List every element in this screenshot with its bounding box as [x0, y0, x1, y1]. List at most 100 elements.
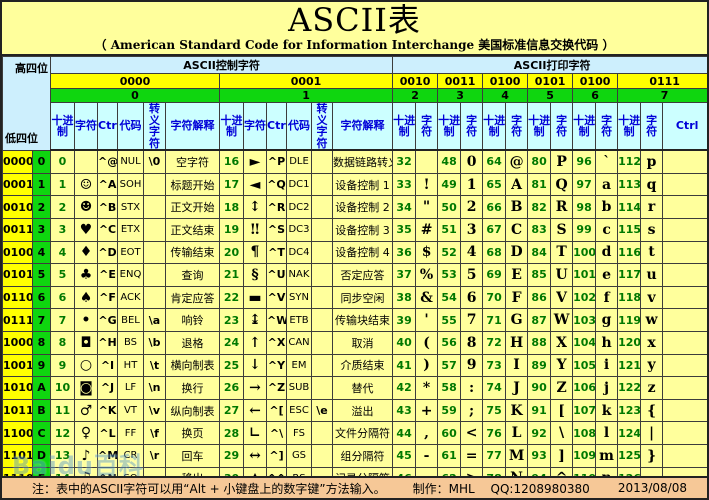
cell-escape: \b — [143, 330, 166, 355]
cell-decimal: 27 — [219, 398, 244, 423]
cell-decimal: 123 — [617, 398, 642, 423]
cell-decimal: 88 — [527, 330, 552, 355]
cell-hex: 1 — [32, 172, 51, 197]
cell-char: ♀ — [74, 421, 98, 445]
table-row: 0110 6 6 ♠ ^F ACK 肯定应答 22 ▬ ^V SYN 同步空闲 38 & 54 6 70 F 86 V… — [2, 285, 707, 310]
cell-decimal: 68 — [482, 240, 507, 265]
cell-char: b — [595, 195, 619, 219]
binary-header: 0111 — [617, 73, 707, 89]
cell-escape: \f — [143, 421, 166, 445]
cell-ctrl — [662, 217, 707, 242]
cell-decimal: 56 — [437, 330, 462, 355]
cell-explain: 组分隔符 — [331, 443, 394, 468]
cell-decimal: 45 — [392, 443, 417, 468]
footer-date: 2013/08/08 — [617, 481, 687, 495]
cell-decimal: 12 — [50, 421, 75, 445]
cell-decimal: 26 — [219, 376, 244, 400]
cell-decimal: 106 — [572, 376, 597, 400]
cell-char — [74, 149, 98, 174]
cell-ctrl: ^I — [97, 353, 118, 378]
cell-char: H — [505, 330, 529, 355]
cell-explain: 正文结束 — [165, 217, 220, 242]
cell-ctrl: ^V — [266, 285, 287, 310]
table-row: 1010 A 10 ◙ ^J LF \n 换行 26 → ^Z SUB 替代 42 * 58:74 J 90 Z 10… — [2, 376, 707, 400]
cell-binary: 0000 — [2, 149, 33, 174]
cell-explain: 响铃 — [165, 308, 220, 332]
cell-escape — [143, 263, 166, 287]
table-row: 1011 B 11 ♂ ^K VT \v 纵向制表 27 ← ^[ESC \e 溢出 43 +59; 75 K 9… — [2, 398, 707, 423]
cell-hex: D — [32, 443, 51, 468]
cell-explain: 同步空闲 — [331, 285, 394, 310]
cell-escape: \r — [143, 443, 166, 468]
cell-char: ◙ — [74, 376, 98, 400]
cell-char: E — [505, 263, 529, 287]
cell-char: 3 — [460, 217, 484, 242]
cell-char: 7 — [460, 308, 484, 332]
cell-decimal: 18 — [219, 195, 244, 219]
cell-decimal: 83 — [527, 217, 552, 242]
cell-escape: \a — [143, 308, 166, 332]
cell-decimal: 48 — [437, 149, 462, 174]
cell-ctrl: ^Q — [266, 172, 287, 197]
col-label-dec: 十进制 — [527, 102, 552, 152]
cell-explain: 设备控制 1 — [331, 172, 394, 197]
cell-hex: A — [32, 376, 51, 400]
cell-decimal: 67 — [482, 217, 507, 242]
cell-decimal: 50 — [437, 195, 462, 219]
cell-char: m — [595, 443, 619, 468]
cell-char: ) — [415, 353, 439, 378]
cell-decimal: 23 — [219, 308, 244, 332]
cell-escape — [311, 285, 333, 310]
cell-char: 8 — [460, 330, 484, 355]
cell-code: SUB — [286, 376, 312, 400]
binary-header: 0010 — [392, 73, 439, 89]
cell-ctrl: ^] — [266, 443, 287, 468]
cell-decimal: 41 — [392, 353, 417, 378]
cell-decimal: 54 — [437, 285, 462, 310]
cell-explain: 数据链路转义 — [331, 149, 394, 174]
cell-decimal: 36 — [392, 240, 417, 265]
corner-cell: 高四位 低四位 — [2, 56, 51, 151]
cell-code: CAN — [286, 330, 312, 355]
cell-decimal: 7 — [50, 308, 75, 332]
cell-decimal: 57 — [437, 353, 462, 378]
cell-code: EM — [286, 353, 312, 378]
col-label-code: 代码 — [117, 102, 144, 152]
cell-escape — [311, 172, 333, 197]
cell-escape — [143, 285, 166, 310]
cell-decimal: 107 — [572, 398, 597, 423]
high-nibble-label: 高四位 — [15, 62, 48, 75]
cell-char: ] — [550, 443, 574, 468]
cell-decimal: 102 — [572, 285, 597, 310]
cell-ctrl: ^G — [97, 308, 118, 332]
cell-ctrl: ^R — [266, 195, 287, 219]
cell-decimal: 9 — [50, 353, 75, 378]
cell-char: W — [550, 308, 574, 332]
cell-explain: 横向制表 — [165, 353, 220, 378]
hex-header: 4 — [482, 88, 529, 103]
cell-decimal: 121 — [617, 353, 642, 378]
cell-char: r — [640, 195, 664, 219]
cell-decimal: 100 — [572, 240, 597, 265]
cell-char: U — [550, 263, 574, 287]
cell-explain: 回车 — [165, 443, 220, 468]
cell-explain: 介质结束 — [331, 353, 394, 378]
cell-decimal: 16 — [219, 149, 244, 174]
cell-decimal: 80 — [527, 149, 552, 174]
cell-decimal: 20 — [219, 240, 244, 265]
col-label-dec: 十进制 — [482, 102, 507, 152]
cell-decimal: 29 — [219, 443, 244, 468]
cell-char: ↑ — [243, 330, 267, 355]
cell-char: { — [640, 398, 664, 423]
cell-char: d — [595, 240, 619, 265]
cell-decimal: 105 — [572, 353, 597, 378]
cell-explain: 正文开始 — [165, 195, 220, 219]
cell-binary: 0111 — [2, 308, 33, 332]
col-label-char: 字符 — [640, 102, 664, 152]
cell-explain: 查询 — [165, 263, 220, 287]
header-binary-row: 0000 0001 0010 0011 0100 0101 0100 0111 — [3, 73, 707, 89]
cell-code: DC3 — [286, 217, 312, 242]
cell-escape — [311, 217, 333, 242]
cell-ctrl — [662, 149, 707, 174]
page-subtitle: （ American Standard Code for Information… — [94, 38, 615, 52]
